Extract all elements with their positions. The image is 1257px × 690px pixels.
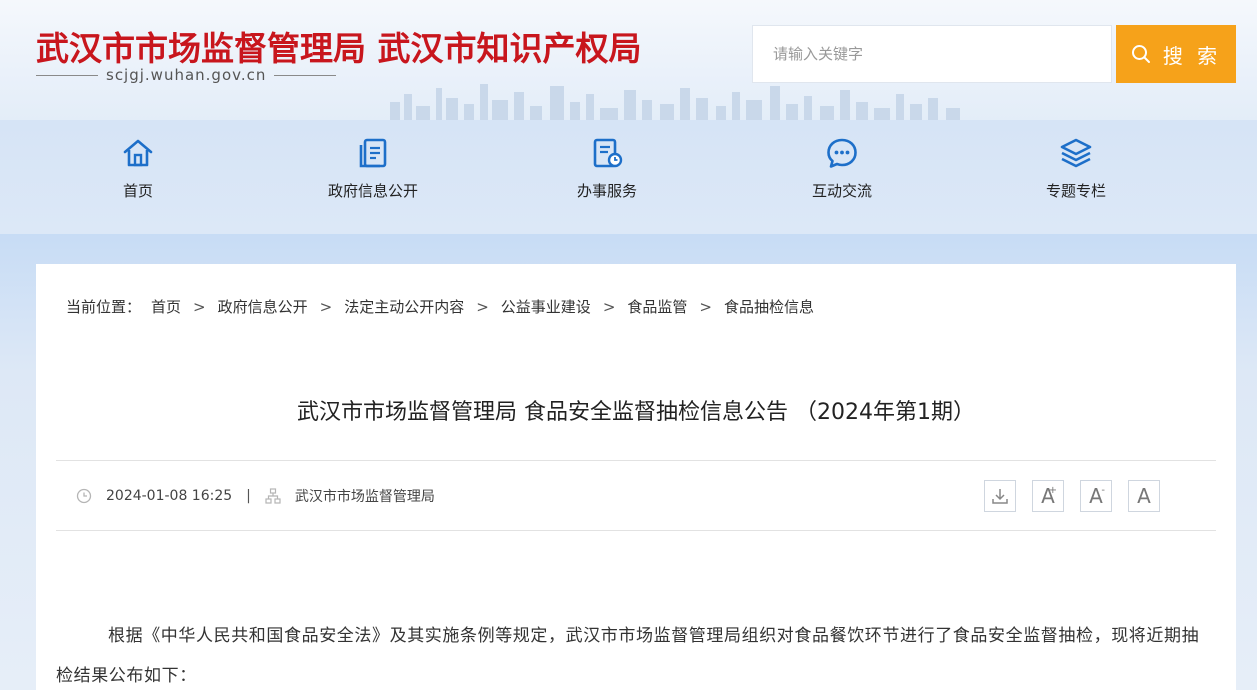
- service-icon: [593, 138, 623, 168]
- meta-divider: |: [246, 488, 251, 504]
- site-domain: scjgj.wuhan.gov.cn: [36, 66, 337, 84]
- layers-icon: [1060, 138, 1092, 168]
- breadcrumb-item-public-welfare[interactable]: 公益事业建设: [501, 296, 591, 317]
- breadcrumb-item-statutory[interactable]: 法定主动公开内容: [344, 296, 464, 317]
- breadcrumb-item-home[interactable]: 首页: [151, 296, 181, 317]
- home-icon: [123, 139, 153, 167]
- org-structure-icon: [265, 488, 281, 504]
- nav-item-home[interactable]: 首页: [58, 120, 218, 234]
- article-title: 武汉市市场监督管理局 食品安全监督抽检信息公告 （2024年第1期）: [297, 400, 975, 425]
- download-icon: [992, 489, 1008, 504]
- breadcrumb-item-food-supervision[interactable]: 食品监管: [627, 296, 687, 317]
- minus-mark: -: [1101, 485, 1105, 496]
- nav-item-interaction[interactable]: 互动交流: [762, 120, 922, 234]
- breadcrumb-prefix: 当前位置：: [66, 298, 142, 316]
- main-nav: 首页 政府信息公开 办事服务 互动交流 专题专栏: [0, 120, 1257, 234]
- search-box: [752, 25, 1112, 83]
- font-size-reset-button[interactable]: A: [1128, 480, 1160, 512]
- city-skyline-decoration: [390, 84, 960, 120]
- breadcrumb-item-gov-info[interactable]: 政府信息公开: [218, 296, 308, 317]
- chat-icon: [827, 138, 857, 168]
- publish-date: 2024-01-08 16:25: [106, 488, 233, 504]
- breadcrumb-separator: >: [602, 297, 616, 316]
- font-size-decrease-button[interactable]: A-: [1080, 480, 1112, 512]
- search-input[interactable]: [753, 26, 1111, 82]
- meta-divider-line: [56, 530, 1216, 531]
- domain-line-right: [274, 74, 337, 76]
- nav-item-services[interactable]: 办事服务: [527, 120, 687, 234]
- article-tools: A + A- A: [984, 480, 1160, 512]
- breadcrumb-separator: >: [476, 297, 489, 316]
- breadcrumb-item-food-inspection[interactable]: 食品抽检信息: [724, 296, 814, 317]
- nav-item-topics[interactable]: 专题专栏: [996, 120, 1156, 234]
- breadcrumb-separator: >: [193, 297, 206, 316]
- nav-item-topics-label: 专题专栏: [1045, 182, 1106, 200]
- article-body: 根据《中华人民共和国食品安全法》及其实施条例等规定，武汉市市场监督管理局组织对食…: [56, 626, 1200, 686]
- plus-mark: +: [1048, 485, 1057, 496]
- nav-item-gov-info[interactable]: 政府信息公开: [293, 120, 453, 234]
- search-button-label: 搜 索: [1162, 43, 1222, 68]
- search-button[interactable]: 搜 索: [1116, 25, 1236, 83]
- site-header: 武汉市市场监督管理局 武汉市知识产权局 scjgj.wuhan.gov.cn 搜…: [0, 0, 1257, 120]
- download-button[interactable]: [984, 480, 1016, 512]
- font-size-reset-label: A: [1137, 484, 1151, 508]
- nav-item-home-label: 首页: [122, 182, 153, 200]
- clock-icon: [76, 488, 92, 504]
- nav-item-gov-info-label: 政府信息公开: [327, 182, 418, 200]
- nav-item-interaction-label: 互动交流: [811, 182, 872, 200]
- title-divider: [56, 460, 1216, 461]
- font-size-increase-button[interactable]: A +: [1032, 480, 1064, 512]
- article-source: 武汉市市场监督管理局: [294, 489, 435, 505]
- site-domain-text: scjgj.wuhan.gov.cn: [106, 66, 267, 84]
- breadcrumb-separator: >: [699, 297, 712, 316]
- domain-line-left: [36, 74, 98, 76]
- search-icon: [1131, 45, 1150, 63]
- article-meta: 2024-01-08 16:25 | 武汉市市场监督管理局: [76, 486, 435, 506]
- article-card: 当前位置： 首页 > 政府信息公开 > 法定主动公开内容 > 公益事业建设 > …: [36, 264, 1236, 690]
- nav-item-services-label: 办事服务: [576, 182, 637, 200]
- document-icon: [359, 138, 387, 168]
- breadcrumb: 当前位置： 首页 > 政府信息公开 > 法定主动公开内容 > 公益事业建设 > …: [66, 296, 814, 317]
- site-title: 武汉市市场监督管理局 武汉市知识产权局: [36, 29, 642, 68]
- breadcrumb-separator: >: [319, 297, 333, 316]
